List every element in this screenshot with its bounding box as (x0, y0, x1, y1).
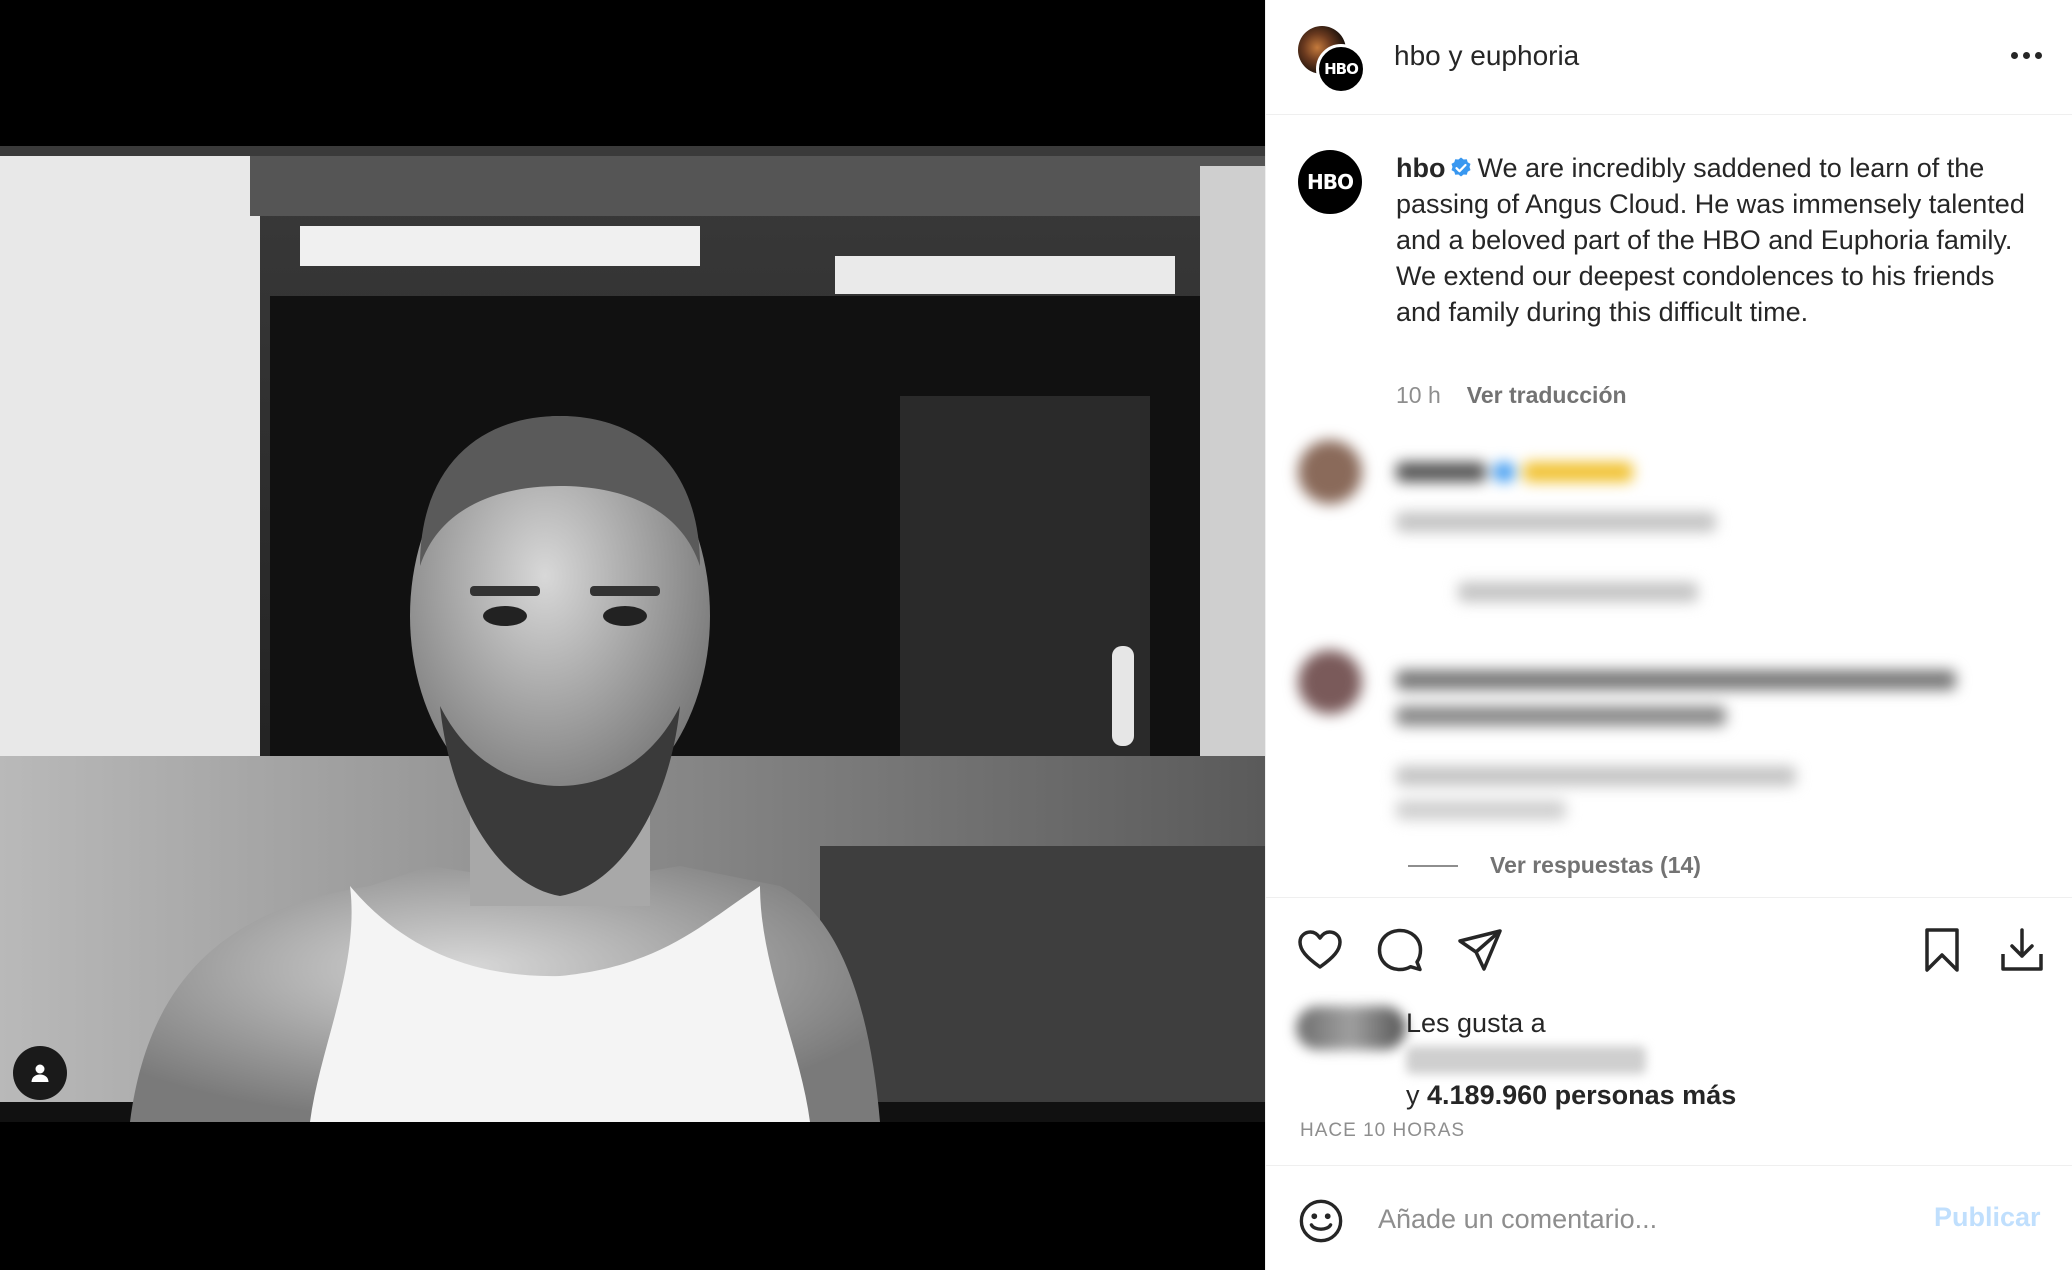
user-tag-icon (31, 1064, 49, 1082)
likers-avatars[interactable] (1296, 1006, 1406, 1050)
comments-list: Ver respuestas (14) (1266, 440, 2072, 878)
liker-username[interactable] (1406, 1046, 1646, 1074)
save-button[interactable] (1916, 924, 1968, 976)
hbo-avatar: HBO (1316, 44, 1366, 94)
share-button[interactable] (1454, 924, 1506, 976)
comment-item (1298, 440, 2058, 602)
post-actions: Les gusta a y 4.189.960 personas más HAC… (1266, 897, 2072, 1165)
post-sidebar: HBO hbo y euphoria HBO hbo We are incred… (1265, 0, 2072, 1270)
caption-time: 10 h (1396, 382, 1441, 408)
comment-composer: Publicar (1266, 1165, 2072, 1270)
more-horizontal-icon (2010, 51, 2018, 59)
collab-avatars[interactable]: HBO (1298, 26, 1368, 94)
comment-avatar (1298, 650, 1362, 714)
translate-link[interactable]: Ver traducción (1467, 382, 1627, 409)
likes-label: Les gusta a (1406, 1008, 1546, 1038)
caption-username[interactable]: hbo (1396, 153, 1445, 183)
post-photo[interactable] (0, 146, 1265, 1122)
view-replies-label: Ver respuestas (14) (1490, 852, 1701, 878)
more-options-button[interactable] (2001, 40, 2051, 70)
caption-text: We are incredibly saddened to learn of t… (1396, 153, 2025, 327)
black-and-white-portrait (0, 146, 1265, 1122)
download-button[interactable] (1996, 924, 2048, 976)
verified-badge-icon (1451, 157, 1471, 177)
share-icon (1458, 929, 1502, 971)
post-header: HBO hbo y euphoria (1266, 0, 2072, 115)
likes-count[interactable]: y 4.189.960 personas más (1406, 1080, 1736, 1111)
user-tag-button[interactable] (13, 1046, 67, 1100)
caption-body: hbo We are incredibly saddened to learn … (1396, 150, 2036, 330)
download-icon (2001, 928, 2043, 971)
view-replies-link[interactable]: Ver respuestas (14) (1408, 852, 1701, 879)
post-timestamp[interactable]: HACE 10 HORAS (1300, 1120, 1465, 1142)
comment-avatar (1298, 440, 1362, 504)
comment-item (1298, 650, 2058, 820)
caption-avatar[interactable]: HBO (1298, 150, 1362, 214)
caption-meta: 10 h Ver traducción (1396, 382, 1627, 409)
emoji-icon[interactable] (1298, 1198, 1344, 1244)
post-authors[interactable]: hbo y euphoria (1394, 40, 1579, 72)
comment-icon (1377, 928, 1423, 972)
comment-button[interactable] (1374, 924, 1426, 976)
post-media (0, 0, 1265, 1270)
heart-icon (1298, 930, 1342, 969)
publish-button[interactable]: Publicar (1934, 1202, 2041, 1233)
comment-input[interactable] (1378, 1196, 1878, 1242)
like-button[interactable] (1294, 924, 1346, 976)
bookmark-icon (1925, 928, 1959, 972)
